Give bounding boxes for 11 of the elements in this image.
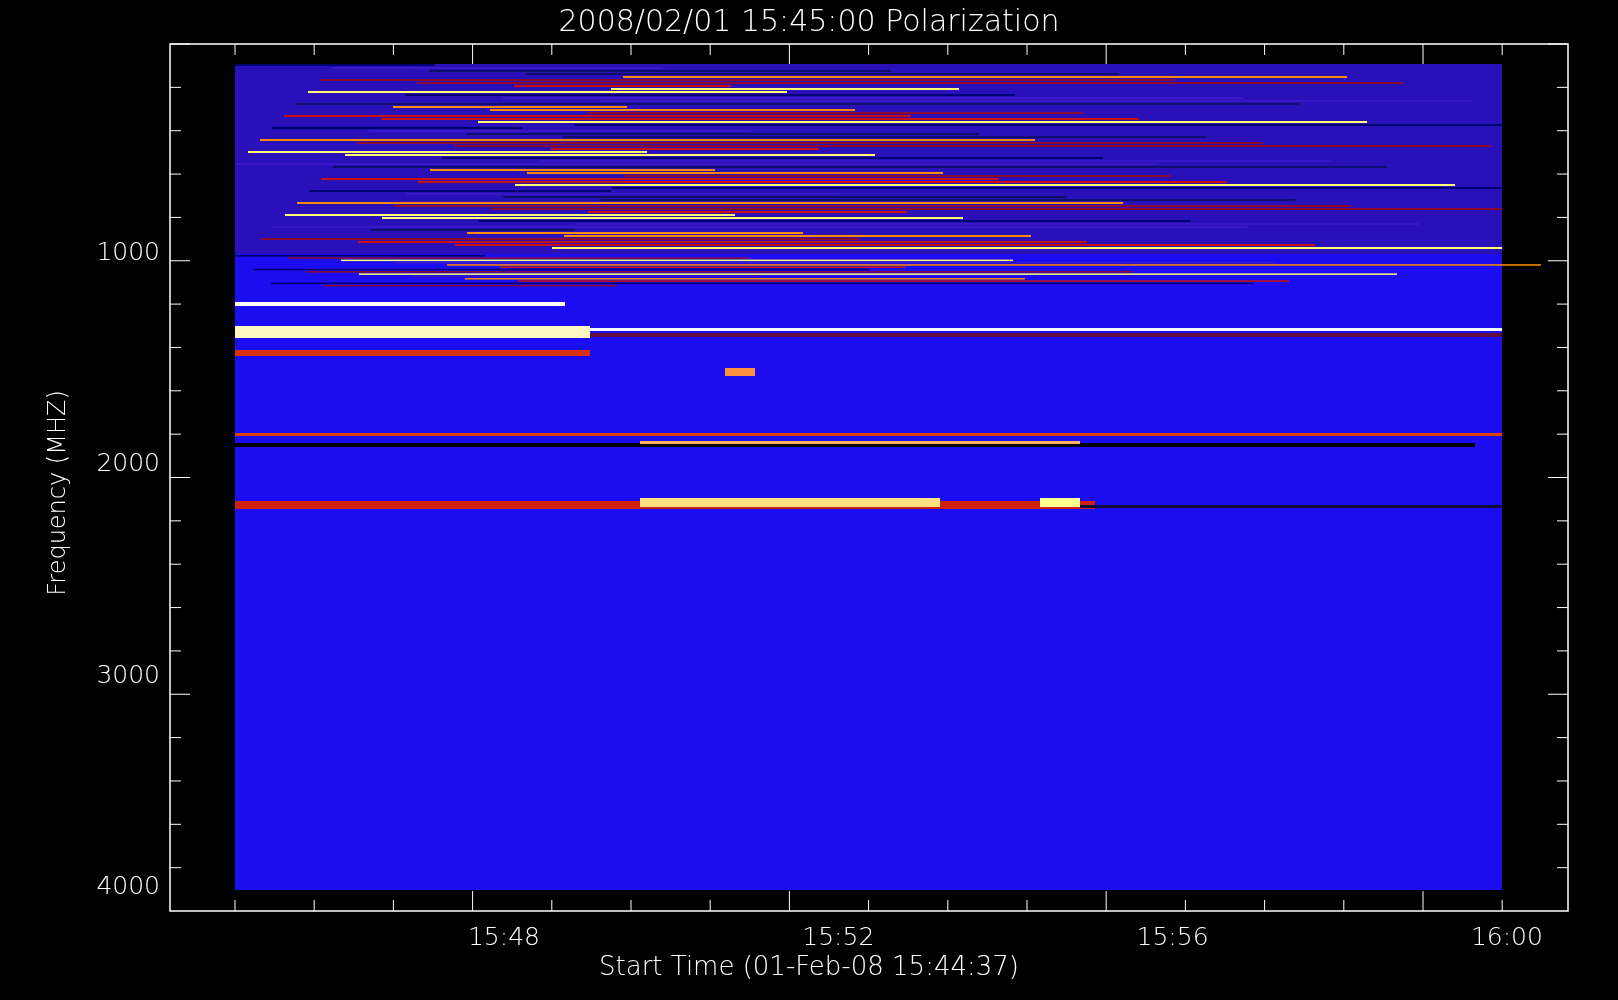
x-tick-label: 16:00 <box>1470 922 1543 951</box>
x-tick-label: 15:48 <box>468 922 540 951</box>
x-tick-label: 15:56 <box>1136 922 1209 951</box>
y-tick-label: 3000 <box>96 659 160 689</box>
x-axis-label: Start Time (01-Feb-08 15:44:37) <box>599 951 1019 981</box>
y-tick-label: 4000 <box>96 870 160 900</box>
y-axis-label: Frequency (MHZ) <box>43 390 71 596</box>
x-tick-label: 15:52 <box>802 922 875 951</box>
y-tick-label: 2000 <box>96 448 160 478</box>
y-tick-label: 1000 <box>96 237 160 266</box>
plot-title: 2008/02/01 15:45:00 Polarization <box>558 3 1060 38</box>
